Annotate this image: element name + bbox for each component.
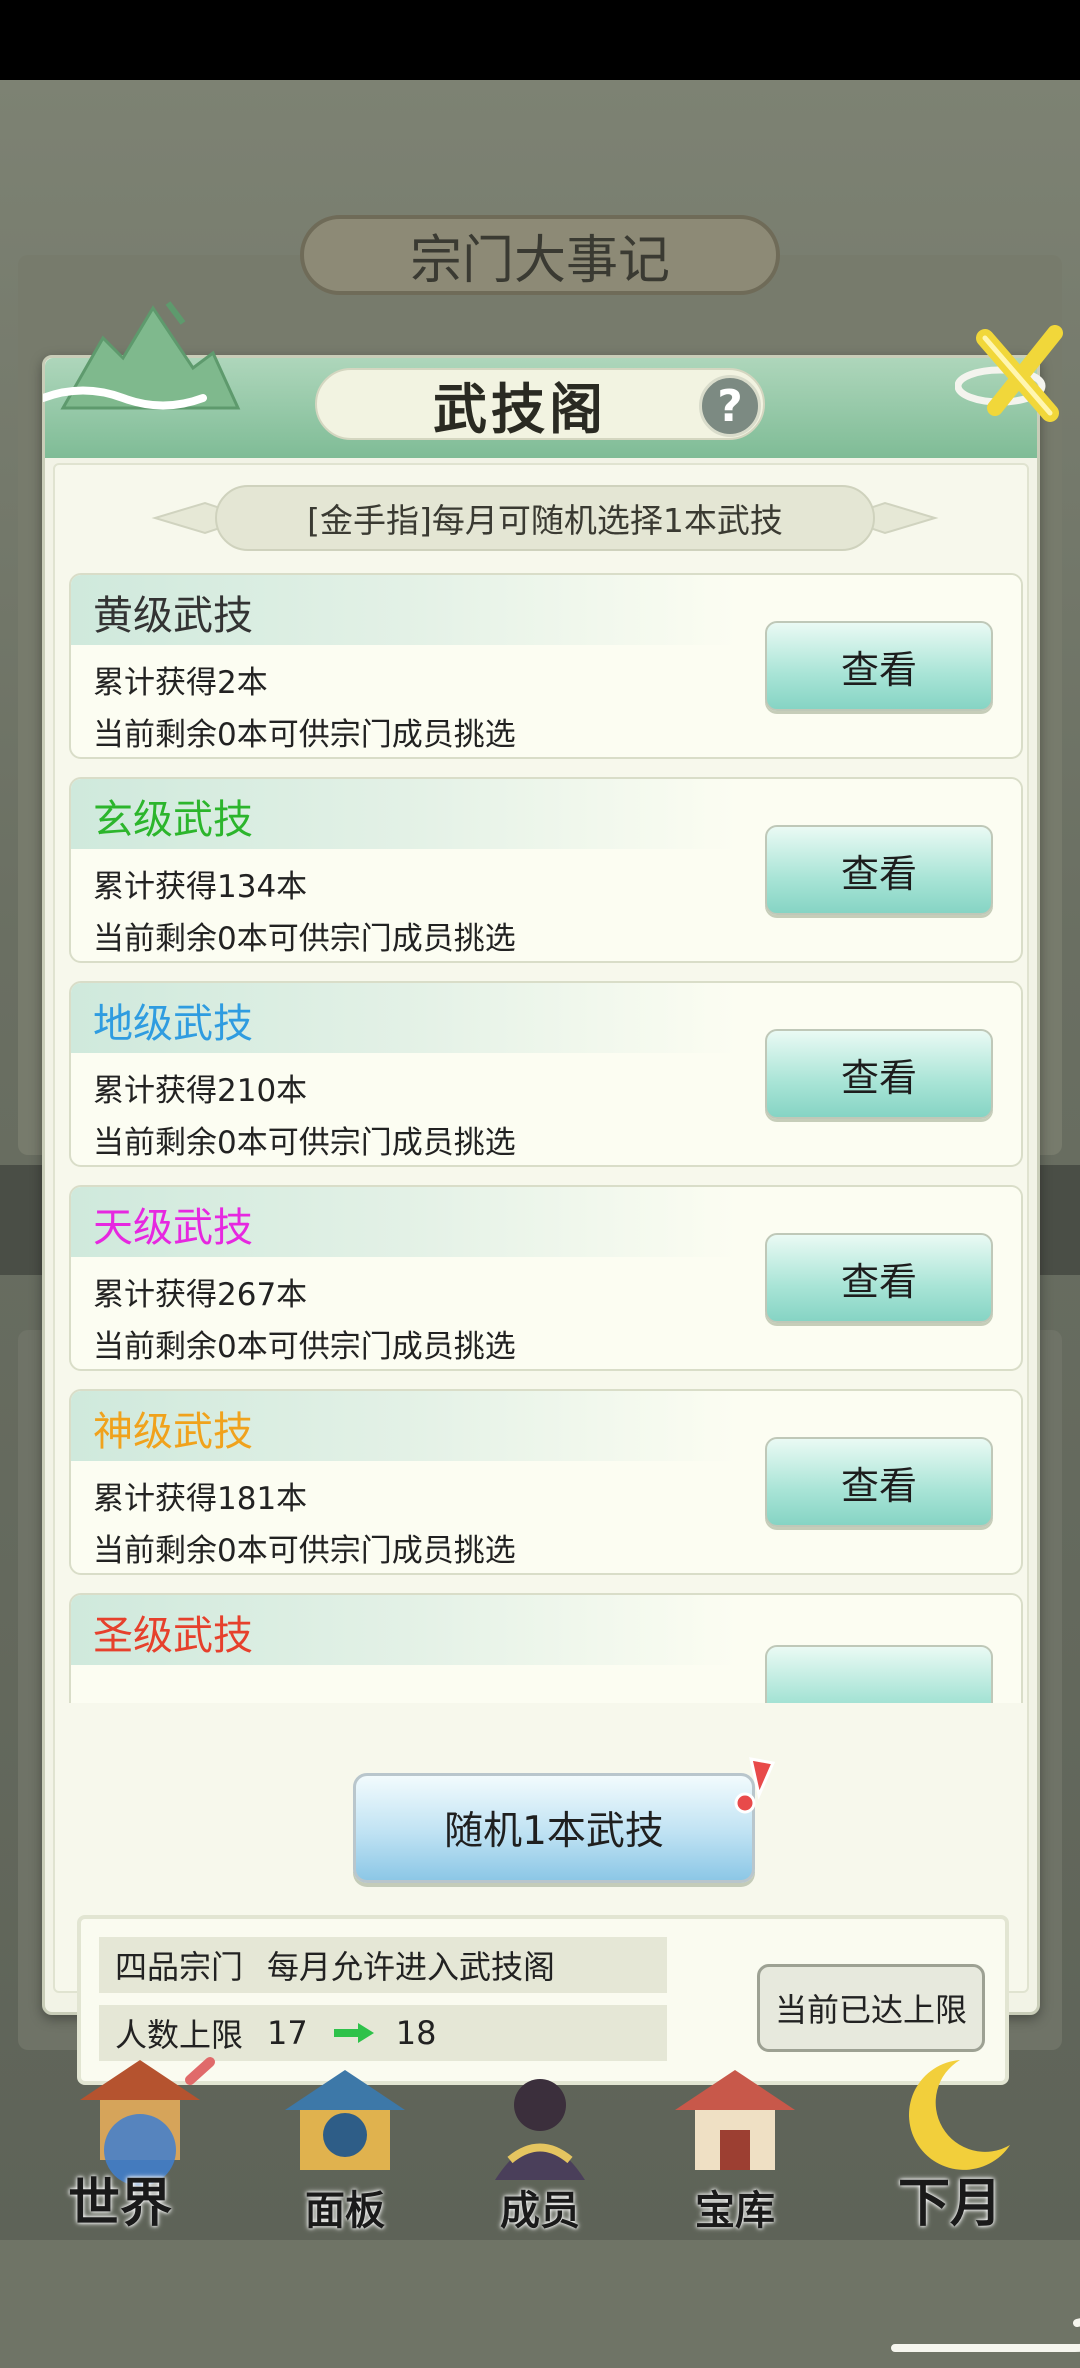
- tier-card-heaven: 天级武技 累计获得267本 当前剩余0本可供宗门成员挑选 查看: [69, 1185, 1023, 1371]
- entry-rule: 每月允许进入武技阁: [267, 1948, 556, 1986]
- dialog-title-pill: 武技阁: [315, 368, 765, 441]
- tier-card-divine: 神级武技 累计获得181本 当前剩余0本可供宗门成员挑选 查看: [69, 1389, 1023, 1575]
- dialog-content: [金手指]每月可随机选择1本武技 黄级武技 累计获得2本 当前剩余0本可供宗门成…: [53, 463, 1029, 2085]
- sect-rank: 四品宗门: [115, 1948, 244, 1986]
- view-button[interactable]: [765, 1645, 993, 1703]
- tier-card-saint: 圣级武技: [69, 1593, 1023, 1703]
- treasury-icon: [675, 2070, 795, 2170]
- tier-name: 神级武技: [93, 1409, 253, 1455]
- tier-name: 地级武技: [93, 1001, 253, 1047]
- limit-reached-button[interactable]: 当前已达上限: [757, 1964, 985, 2052]
- nav-label: 下月: [897, 2173, 1002, 2234]
- dialog-title: 武技阁: [433, 376, 607, 441]
- tier-remaining: 当前剩余0本可供宗门成员挑选: [93, 1329, 516, 1365]
- tier-remaining: 当前剩余0本可供宗门成员挑选: [93, 717, 516, 753]
- view-button[interactable]: 查看: [765, 1233, 993, 1323]
- view-button[interactable]: 查看: [765, 825, 993, 915]
- close-icon[interactable]: [955, 318, 1075, 428]
- view-button[interactable]: 查看: [765, 1029, 993, 1119]
- tier-remaining: 当前剩余0本可供宗门成员挑选: [93, 921, 516, 957]
- tier-obtained: 累计获得210本: [93, 1073, 308, 1109]
- nav-label: 成员: [500, 2187, 580, 2234]
- background-title: 宗门大事记: [300, 215, 780, 295]
- tier-name: 黄级武技: [93, 593, 253, 639]
- tier-name: 圣级武技: [93, 1613, 253, 1659]
- help-icon[interactable]: ?: [699, 375, 761, 437]
- view-button[interactable]: 查看: [765, 1437, 993, 1527]
- view-button[interactable]: 查看: [765, 621, 993, 711]
- status-bar: [0, 0, 1080, 80]
- nav-treasury[interactable]: 宝库: [635, 2040, 835, 2240]
- sect-entry-row: 四品宗门 每月允许进入武技阁: [99, 1937, 667, 1993]
- nav-world[interactable]: 世界: [40, 2040, 240, 2240]
- mountain-decoration-icon: [43, 301, 241, 410]
- tier-card-yellow: 黄级武技 累计获得2本 当前剩余0本可供宗门成员挑选 查看: [69, 573, 1023, 759]
- tier-list[interactable]: 黄级武技 累计获得2本 当前剩余0本可供宗门成员挑选 查看 玄级武技 累计获得1…: [69, 573, 1023, 1703]
- tier-name: 玄级武技: [93, 797, 253, 843]
- bottom-nav: 世界 面板 成员 宝库 下月: [0, 2040, 1080, 2240]
- tier-card-mystic: 玄级武技 累计获得134本 当前剩余0本可供宗门成员挑选 查看: [69, 777, 1023, 963]
- cloud-curl-decoration-icon: [891, 2318, 1080, 2352]
- nav-label: 面板: [305, 2187, 385, 2234]
- tier-obtained: 累计获得181本: [93, 1481, 308, 1517]
- member-icon: [495, 2079, 585, 2180]
- tier-name: 天级武技: [93, 1205, 253, 1251]
- random-technique-button[interactable]: 随机1本武技: [353, 1773, 755, 1883]
- tier-remaining: 当前剩余0本可供宗门成员挑选: [93, 1125, 516, 1161]
- golden-finger-notice: [金手指]每月可随机选择1本武技: [215, 485, 875, 551]
- martial-pavilion-dialog: 武技阁 ? [金手指]每月可随机选择1本武技 黄级武技 累计获得2本 当前剩余0…: [42, 301, 1080, 2352]
- tier-card-earth: 地级武技 累计获得210本 当前剩余0本可供宗门成员挑选 查看: [69, 981, 1023, 1167]
- tier-obtained: 累计获得267本: [93, 1277, 308, 1313]
- nav-panel[interactable]: 面板: [245, 2040, 445, 2240]
- tier-remaining: 当前剩余0本可供宗门成员挑选: [93, 1533, 516, 1569]
- nav-next-month[interactable]: 下月: [850, 2040, 1050, 2240]
- nav-members[interactable]: 成员: [440, 2040, 640, 2240]
- tier-obtained: 累计获得2本: [93, 665, 268, 701]
- gate-icon: [285, 2070, 405, 2170]
- nav-label: 宝库: [695, 2187, 775, 2234]
- nav-label: 世界: [67, 2173, 172, 2234]
- alert-badge-icon: [734, 1757, 776, 1814]
- tier-obtained: 累计获得134本: [93, 869, 308, 905]
